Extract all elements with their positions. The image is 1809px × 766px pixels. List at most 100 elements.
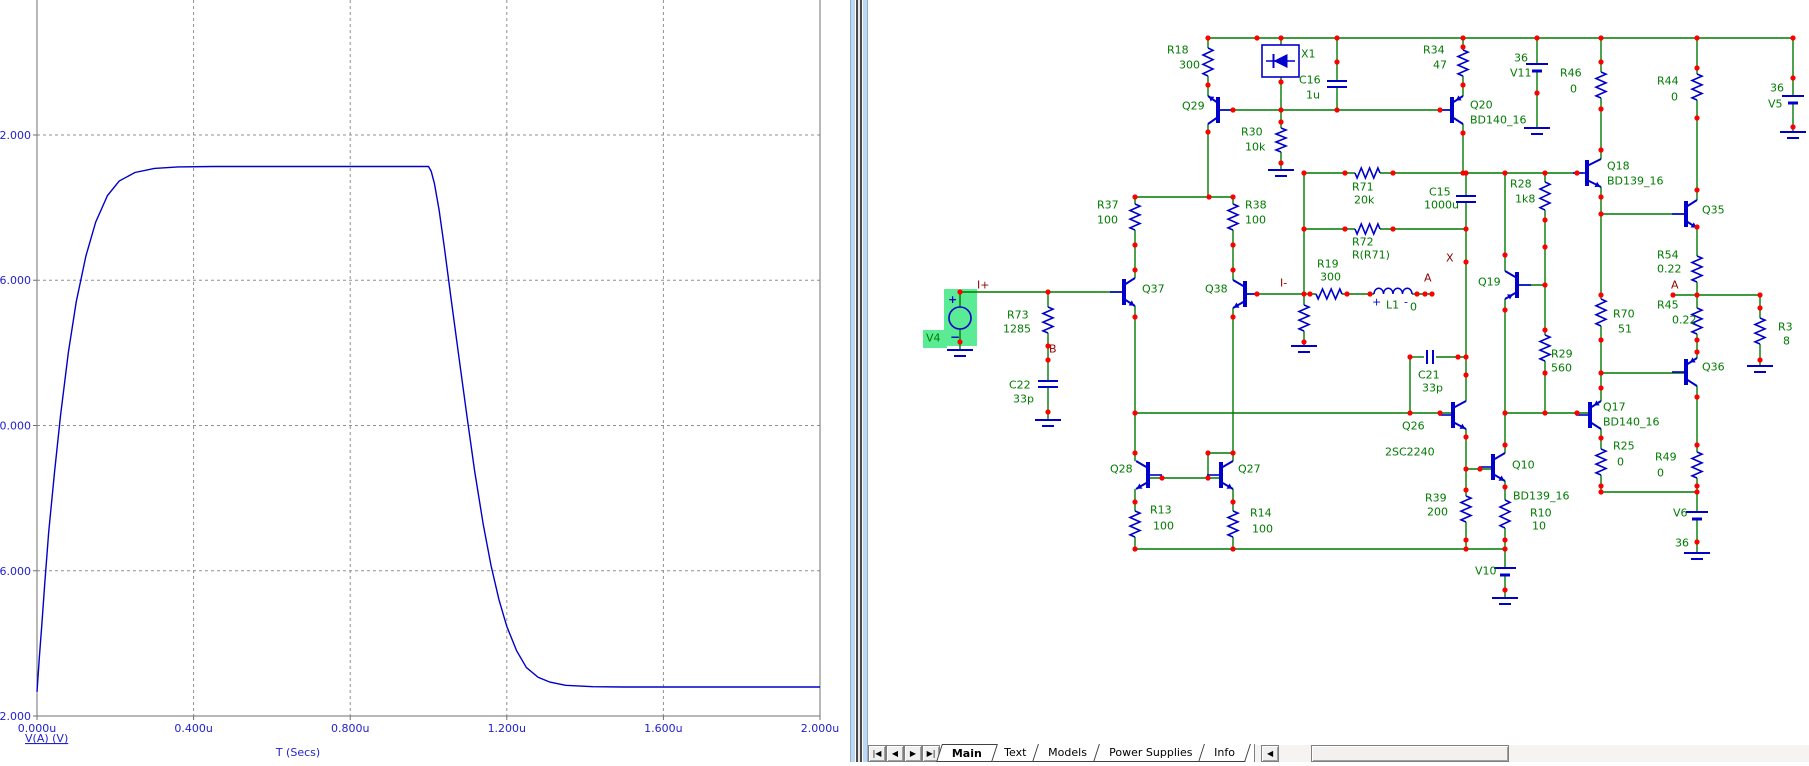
schematic-label[interactable]: R19 xyxy=(1317,258,1339,271)
legend-va-link[interactable]: V(A) (V) xyxy=(25,732,68,745)
schematic-label[interactable]: R45 xyxy=(1657,299,1679,312)
schematic-label[interactable]: V5 xyxy=(1768,98,1783,111)
component-C22[interactable] xyxy=(1038,380,1058,388)
schematic-label[interactable]: R54 xyxy=(1657,249,1679,262)
schematic-label[interactable]: Q26 xyxy=(1402,420,1425,433)
component-C21[interactable] xyxy=(1426,350,1434,364)
component-Q17[interactable] xyxy=(1576,400,1602,430)
tab-models[interactable]: Models xyxy=(1032,744,1103,762)
schematic-label[interactable]: R49 xyxy=(1655,451,1677,464)
component-R49[interactable] xyxy=(1689,451,1705,479)
schematic-label[interactable]: 0 xyxy=(1617,456,1624,469)
schematic-label[interactable]: 36 xyxy=(1514,52,1528,65)
schematic-label[interactable]: R25 xyxy=(1613,440,1635,453)
schematic-label[interactable]: 300 xyxy=(1179,59,1200,72)
component-R30[interactable] xyxy=(1273,127,1289,153)
schematic-label[interactable]: 0 xyxy=(1657,467,1664,480)
component-C16[interactable] xyxy=(1327,80,1347,88)
component-L1[interactable] xyxy=(1373,287,1413,295)
component-Q29[interactable] xyxy=(1207,95,1232,125)
schematic-label[interactable]: BD139_16 xyxy=(1513,490,1570,503)
schematic-label[interactable]: V4 xyxy=(926,332,941,345)
ground-symbol[interactable] xyxy=(1684,552,1710,560)
schematic-label[interactable]: R38 xyxy=(1245,199,1267,212)
schematic-label[interactable]: C15 xyxy=(1429,186,1451,199)
component-Q19[interactable] xyxy=(1504,270,1531,300)
component-V5[interactable] xyxy=(1782,95,1804,105)
schematic-label[interactable]: R44 xyxy=(1657,75,1679,88)
ground-symbol[interactable] xyxy=(947,349,973,357)
schematic-label[interactable]: 0.22 xyxy=(1672,314,1697,327)
schematic-label[interactable]: I+ xyxy=(977,279,989,292)
schematic-label[interactable]: 10k xyxy=(1245,141,1266,154)
component-R29[interactable] xyxy=(1537,334,1553,362)
tab-nav-next-button[interactable]: ▶ xyxy=(904,745,922,762)
schematic-label[interactable]: 100 xyxy=(1097,214,1118,227)
scrollbar-thumb[interactable] xyxy=(1311,745,1510,762)
schematic-label[interactable]: R30 xyxy=(1241,126,1263,139)
schematic-label[interactable]: R29 xyxy=(1551,348,1573,361)
schematic-label[interactable]: R18 xyxy=(1167,44,1189,57)
schematic-label[interactable]: R10 xyxy=(1530,507,1552,520)
schematic-label[interactable]: 0 xyxy=(1570,83,1577,96)
schematic-label[interactable]: R28 xyxy=(1510,178,1532,191)
schematic-label[interactable]: V11 xyxy=(1510,67,1532,80)
schematic-label[interactable]: 20k xyxy=(1354,194,1375,207)
component-R13[interactable] xyxy=(1127,510,1143,538)
component-Q35[interactable] xyxy=(1672,199,1698,229)
ground-symbol[interactable] xyxy=(1268,169,1294,177)
schematic-label[interactable]: BD140_16 xyxy=(1603,416,1660,429)
schematic-label[interactable]: - xyxy=(1404,296,1408,309)
schematic-label[interactable]: 47 xyxy=(1433,59,1447,72)
component-R46[interactable] xyxy=(1593,71,1609,99)
schematic-label[interactable]: Q35 xyxy=(1702,204,1725,217)
schematic-label[interactable]: 1k8 xyxy=(1515,193,1535,206)
ground-symbol[interactable] xyxy=(1747,365,1773,373)
schematic-label[interactable]: 8 xyxy=(1783,335,1790,348)
schematic-label[interactable]: R(R71) xyxy=(1352,249,1390,262)
schematic-label[interactable]: Q29 xyxy=(1182,100,1205,113)
component-R38[interactable] xyxy=(1225,203,1241,231)
schematic-label[interactable]: V10 xyxy=(1475,565,1497,578)
schematic-label[interactable]: X xyxy=(1446,252,1454,265)
schematic-label[interactable]: C16 xyxy=(1299,74,1321,87)
ground-symbol[interactable] xyxy=(1291,345,1317,353)
trace-va[interactable] xyxy=(36,165,820,692)
schematic-canvas[interactable]: +−R18300Q29R3010kX1C161uR3447Q20BD140_16… xyxy=(868,0,1809,744)
schematic-label[interactable]: Q37 xyxy=(1142,283,1165,296)
schematic-label[interactable]: C22 xyxy=(1009,379,1031,392)
schematic-label[interactable]: R14 xyxy=(1250,507,1272,520)
schematic-label[interactable]: R34 xyxy=(1423,44,1445,57)
component-X1[interactable] xyxy=(1261,44,1300,78)
component-R54[interactable] xyxy=(1689,255,1705,283)
component-R3[interactable] xyxy=(1752,317,1768,345)
component-Q27[interactable] xyxy=(1207,460,1234,490)
component-R72[interactable] xyxy=(1354,221,1381,237)
schematic-label[interactable]: L1 xyxy=(1386,299,1399,312)
schematic-label[interactable]: Q19 xyxy=(1478,276,1501,289)
ground-symbol[interactable] xyxy=(1035,419,1061,427)
schematic-label[interactable]: 36 xyxy=(1675,537,1689,550)
schematic-label[interactable]: 0 xyxy=(1410,301,1417,314)
schematic-label[interactable]: R72 xyxy=(1352,236,1374,249)
schematic-label[interactable]: 33p xyxy=(1422,382,1443,395)
schematic-label[interactable]: 100 xyxy=(1245,214,1266,227)
component-R70[interactable] xyxy=(1594,298,1608,327)
schematic-label[interactable]: C21 xyxy=(1418,369,1440,382)
horizontal-scrollbar[interactable]: ◀ xyxy=(1255,745,1809,762)
schematic-label[interactable]: 1000u xyxy=(1424,199,1459,212)
schematic-label[interactable]: V6 xyxy=(1673,507,1688,520)
tab-power-supplies[interactable]: Power Supplies xyxy=(1093,744,1209,762)
panel-splitter-handle[interactable] xyxy=(850,0,869,762)
schematic-label[interactable]: Q28 xyxy=(1110,463,1133,476)
schematic-label[interactable]: B xyxy=(1049,343,1057,356)
component-R18[interactable] xyxy=(1201,47,1215,77)
schematic-label[interactable]: 10 xyxy=(1532,520,1546,533)
ground-symbol[interactable] xyxy=(1524,127,1550,135)
schematic-label[interactable]: + xyxy=(1372,296,1381,309)
schematic-label[interactable]: Q18 xyxy=(1607,160,1630,173)
component-Q28[interactable] xyxy=(1135,460,1162,490)
tab-main[interactable]: Main xyxy=(936,744,998,762)
tab-nav-first-button[interactable]: |◀ xyxy=(868,745,886,762)
schematic-label[interactable]: 100 xyxy=(1153,520,1174,533)
